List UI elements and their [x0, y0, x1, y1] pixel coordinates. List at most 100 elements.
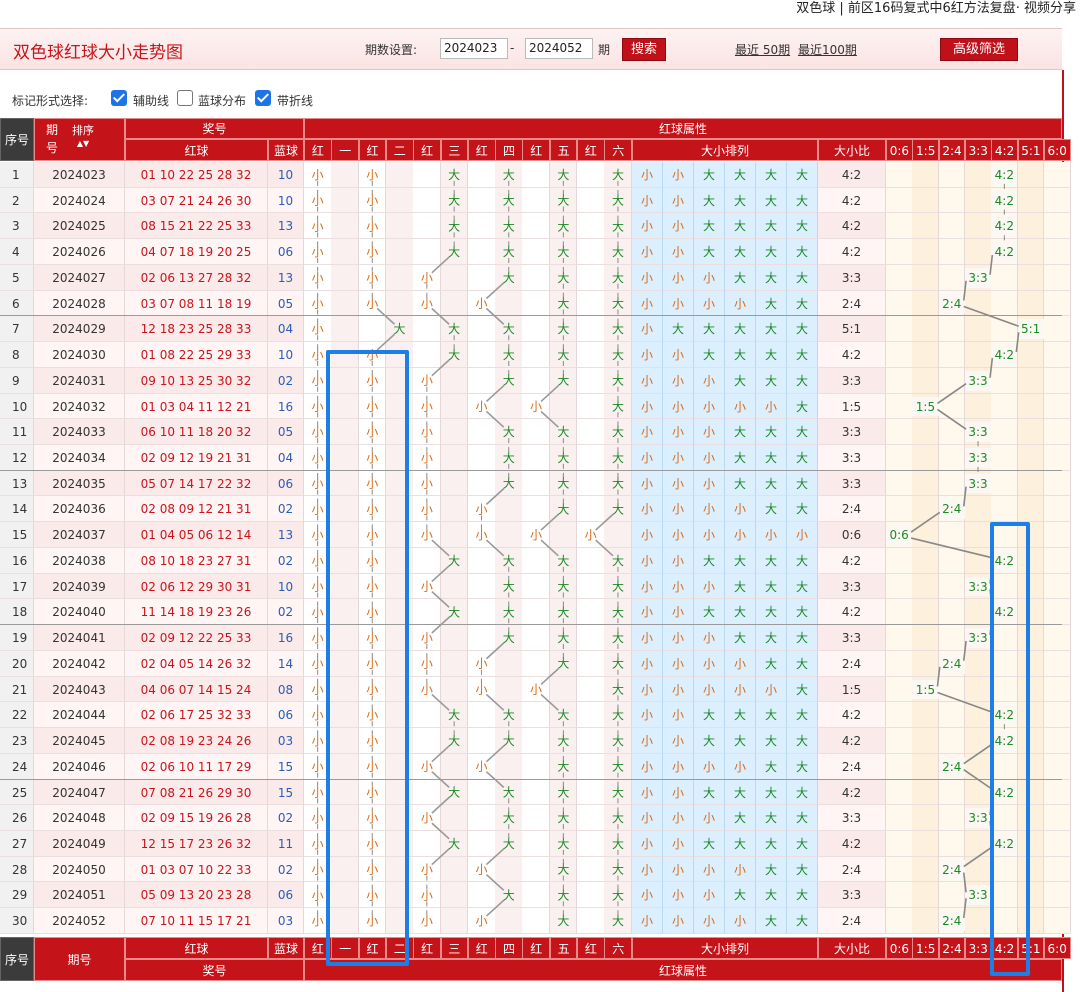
position-mark-text: 大 — [448, 245, 460, 259]
ratio-trend-segment — [962, 640, 967, 661]
position-mark-text: 大 — [448, 348, 460, 362]
position-mark-text: 大 — [503, 837, 515, 851]
position-mark-text: 大 — [557, 348, 569, 362]
position-mark-text: 小 — [312, 477, 324, 491]
position-mark-text: 小 — [530, 528, 542, 542]
position-mark-text: 小 — [312, 451, 324, 465]
position-mark-text: 大 — [557, 785, 569, 799]
ratio-trend-segment — [962, 898, 967, 919]
position-trend-segment — [485, 307, 505, 325]
position-mark-text: 小 — [475, 657, 487, 671]
position-mark-text: 大 — [557, 477, 569, 491]
position-mark-text: 小 — [421, 451, 433, 465]
position-trend-segment — [376, 333, 396, 351]
position-mark-text: 小 — [366, 297, 378, 311]
position-mark-text: 大 — [448, 554, 460, 568]
position-mark-text: 大 — [448, 785, 460, 799]
position-mark-text: 大 — [394, 322, 406, 336]
position-trend-segment — [540, 668, 559, 686]
ratio-trend-segment — [937, 691, 993, 713]
position-mark-text: 大 — [557, 605, 569, 619]
position-mark-text: 小 — [312, 297, 324, 311]
position-mark-text: 大 — [612, 245, 624, 259]
position-mark-text: 小 — [312, 811, 324, 825]
ratio-trend-segment — [963, 846, 993, 868]
position-mark-text: 小 — [312, 914, 324, 928]
position-trend-segment — [485, 848, 505, 866]
position-trend-segment — [540, 539, 559, 557]
position-trend-segment — [485, 771, 505, 788]
position-mark-text: 大 — [612, 502, 624, 516]
position-mark-text: 大 — [612, 219, 624, 233]
position-trend-segment — [376, 307, 396, 325]
position-mark-text: 小 — [312, 837, 324, 851]
position-mark-text: 大 — [557, 888, 569, 902]
position-mark-text: 大 — [557, 322, 569, 336]
position-mark-text: 小 — [421, 657, 433, 671]
position-mark-text: 大 — [557, 245, 569, 259]
position-mark-text: 大 — [612, 168, 624, 182]
position-mark-text: 小 — [312, 657, 324, 671]
position-trend-segment — [485, 282, 505, 300]
position-mark-text: 大 — [503, 554, 515, 568]
position-mark-text: 大 — [612, 399, 624, 413]
position-mark-text: 大 — [612, 682, 624, 696]
position-mark-text: 小 — [585, 528, 597, 542]
position-mark-text: 大 — [503, 888, 515, 902]
position-trend-segment — [540, 513, 559, 531]
position-mark-text: 小 — [312, 631, 324, 645]
position-mark-text: 大 — [503, 219, 515, 233]
position-mark-text: 大 — [557, 271, 569, 285]
trend-lines: 小小小小小小小小小小小小小小小小小小小小小小小小小小小小小小小小小小小小大小小小… — [312, 168, 1020, 928]
position-mark-text: 小 — [312, 605, 324, 619]
position-mark-text: 大 — [612, 863, 624, 877]
ratio-trend-segment — [963, 743, 993, 765]
ratio-trend-segment — [936, 408, 967, 430]
position-mark-text: 大 — [612, 554, 624, 568]
ratio-trend-segment — [910, 537, 993, 559]
position-mark-text: 大 — [612, 194, 624, 208]
ratio-trend-segment — [962, 280, 967, 301]
position-mark-text: 大 — [448, 168, 460, 182]
position-mark-text: 大 — [612, 297, 624, 311]
position-mark-text: 大 — [503, 322, 515, 336]
position-mark-text: 大 — [503, 785, 515, 799]
position-trend-segment — [485, 899, 505, 917]
position-mark-text: 小 — [530, 399, 542, 413]
position-mark-text: 小 — [421, 760, 433, 774]
position-mark-text: 大 — [612, 837, 624, 851]
position-mark-text: 大 — [557, 554, 569, 568]
position-mark-text: 小 — [312, 168, 324, 182]
position-mark-text: 小 — [475, 297, 487, 311]
position-mark-text: 小 — [312, 863, 324, 877]
position-mark-text: 大 — [612, 271, 624, 285]
position-mark-text: 大 — [557, 297, 569, 311]
position-mark-text: 大 — [557, 425, 569, 439]
position-mark-text: 小 — [421, 477, 433, 491]
ratio-trend-segment — [910, 511, 941, 533]
position-trend-segment — [540, 385, 559, 403]
position-mark-text: 大 — [448, 837, 460, 851]
position-mark-text: 小 — [312, 554, 324, 568]
position-mark-text: 大 — [557, 374, 569, 388]
position-mark-text: 小 — [312, 785, 324, 799]
position-trend-segment — [431, 822, 450, 840]
position-mark-text: 大 — [503, 425, 515, 439]
position-mark-text: 大 — [503, 811, 515, 825]
position-mark-text: 小 — [312, 245, 324, 259]
position-mark-text: 小 — [366, 194, 378, 208]
position-mark-text: 大 — [448, 734, 460, 748]
position-mark-text: 大 — [612, 888, 624, 902]
ratio-trend-segment — [963, 305, 1019, 327]
ratio-trend-segment — [1015, 332, 1020, 353]
position-trend-segment — [431, 590, 450, 608]
position-mark-text: 小 — [312, 322, 324, 336]
position-trend-segment — [431, 256, 450, 274]
position-mark-text: 大 — [557, 219, 569, 233]
position-mark-text: 小 — [421, 297, 433, 311]
position-trend-segment — [431, 616, 450, 634]
highlight-box-positions-1-2 — [326, 350, 409, 966]
position-mark-text: 小 — [366, 168, 378, 182]
position-mark-text: 大 — [557, 657, 569, 671]
position-mark-text: 大 — [612, 914, 624, 928]
